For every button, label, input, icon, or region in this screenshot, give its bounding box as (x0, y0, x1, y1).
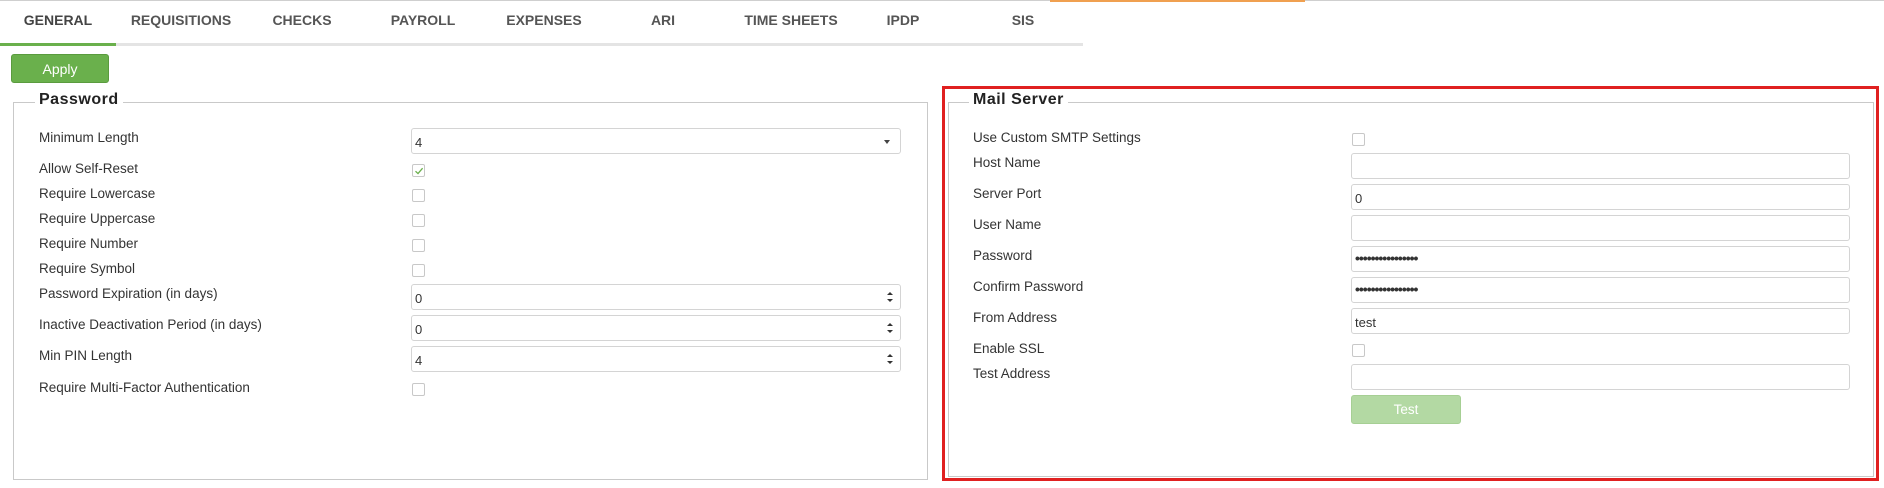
require-number-label: Require Number (39, 236, 139, 251)
inactive-deactivation-input[interactable]: 0 (411, 315, 901, 341)
min-pin-length-label: Min PIN Length (39, 348, 133, 363)
tab-requisitions[interactable]: REQUISITIONS (116, 1, 246, 43)
require-mfa-checkbox[interactable] (412, 383, 425, 396)
require-uppercase-label: Require Uppercase (39, 211, 156, 226)
require-lowercase-checkbox[interactable] (412, 189, 425, 202)
require-mfa-label: Require Multi-Factor Authentication (39, 380, 250, 395)
tab-sis[interactable]: SIS (950, 1, 1096, 43)
tab-ari[interactable]: ARI (600, 1, 726, 43)
require-lowercase-label: Require Lowercase (39, 186, 156, 201)
require-number-checkbox[interactable] (412, 239, 425, 252)
apply-button[interactable]: Apply (11, 54, 109, 83)
spinner-arrows-icon[interactable] (885, 350, 895, 368)
min-pin-length-value: 4 (415, 353, 423, 368)
password-expiration-label: Password Expiration (in days) (39, 286, 218, 301)
tab-ipdp[interactable]: IPDP (856, 1, 950, 43)
chevron-down-icon (884, 140, 890, 144)
password-expiration-input[interactable]: 0 (411, 284, 901, 310)
check-icon (415, 167, 424, 175)
allow-self-reset-label: Allow Self-Reset (39, 161, 139, 176)
min-length-select[interactable]: 4 (411, 128, 901, 154)
min-length-value: 4 (415, 135, 423, 150)
tab-expenses[interactable]: EXPENSES (488, 1, 600, 43)
require-uppercase-checkbox[interactable] (412, 214, 425, 227)
allow-self-reset-checkbox[interactable] (412, 164, 425, 177)
spinner-arrows-icon[interactable] (885, 319, 895, 337)
mail-server-highlight-box (942, 86, 1879, 481)
min-length-label: Minimum Length (39, 130, 139, 145)
tab-payroll[interactable]: PAYROLL (358, 1, 488, 43)
inactive-deactivation-label: Inactive Deactivation Period (in days) (39, 317, 262, 332)
min-pin-length-input[interactable]: 4 (411, 346, 901, 372)
password-panel-title: Password (35, 91, 123, 109)
inactive-deactivation-value: 0 (415, 322, 423, 337)
tab-bar: GENERAL REQUISITIONS CHECKS PAYROLL EXPE… (0, 1, 1083, 46)
require-symbol-label: Require Symbol (39, 261, 136, 276)
tab-time-sheets[interactable]: TIME SHEETS (726, 1, 856, 43)
password-expiration-value: 0 (415, 291, 423, 306)
require-symbol-checkbox[interactable] (412, 264, 425, 277)
spinner-arrows-icon[interactable] (885, 288, 895, 306)
tab-checks[interactable]: CHECKS (246, 1, 358, 43)
tab-general[interactable]: GENERAL (0, 1, 116, 46)
